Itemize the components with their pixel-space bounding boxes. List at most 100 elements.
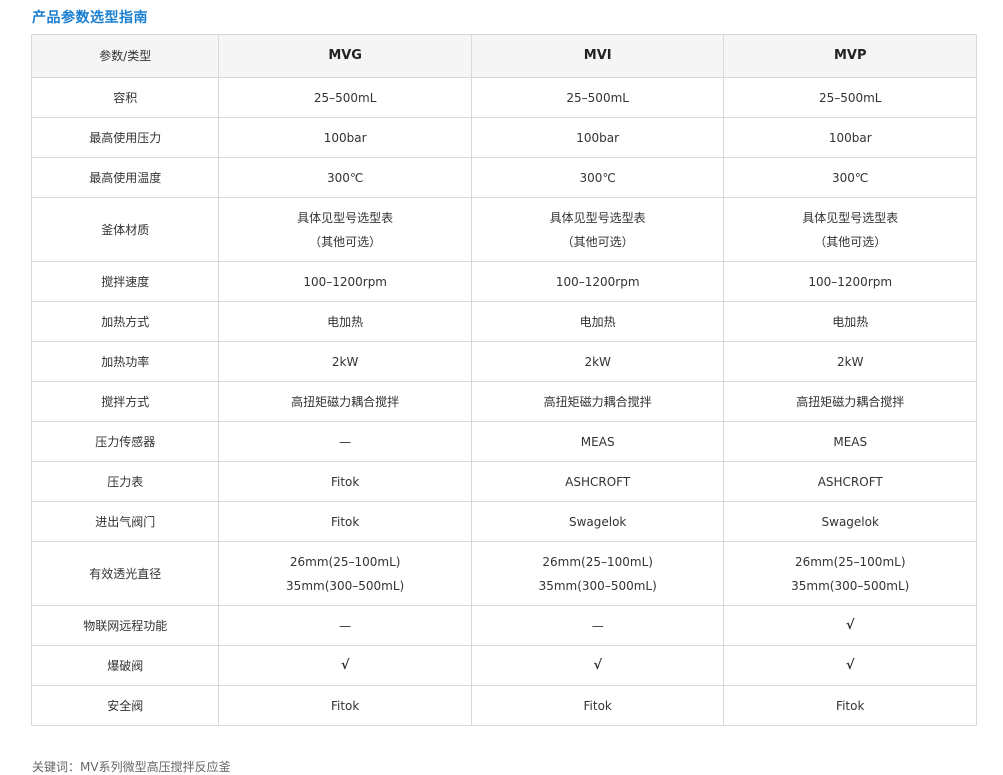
cell-text: 35mm(300–500mL) — [791, 578, 910, 593]
row-label: 容积 — [30, 77, 220, 118]
cell-text: 高扭矩磁力耦合搅拌 — [796, 394, 905, 409]
table-cell: 100bar — [218, 117, 472, 158]
header-param-type: 参数/类型 — [30, 34, 220, 78]
table-cell: 具体见型号选型表 （其他可选） — [470, 197, 725, 262]
row-label: 搅拌方式 — [30, 381, 220, 422]
table-cell: 高扭矩磁力耦合搅拌 — [218, 381, 472, 422]
row-label: 有效透光直径 — [30, 541, 220, 606]
cell-text: 26mm(25–100mL) — [542, 554, 653, 569]
table-cell: — — [218, 605, 472, 646]
table-cell: 2kW — [723, 341, 977, 382]
table-cell: — — [470, 605, 725, 646]
table-cell: 高扭矩磁力耦合搅拌 — [723, 381, 977, 422]
table-row: 加热功率 2kW 2kW 2kW — [30, 341, 977, 382]
table-cell: 100–1200rpm — [470, 261, 725, 302]
table-cell: 25–500mL — [218, 77, 472, 118]
table-cell: Fitok — [470, 685, 725, 726]
check-icon: √ — [593, 657, 603, 673]
cell-text: Fitok — [836, 698, 865, 713]
cell-text: ASHCROFT — [817, 474, 883, 489]
table-cell: 100–1200rpm — [218, 261, 472, 302]
cell-text: 35mm(300–500mL) — [538, 578, 657, 593]
table-cell: Fitok — [218, 685, 472, 726]
cell-text: ASHCROFT — [565, 474, 631, 489]
cell-text: 25–500mL — [566, 90, 629, 105]
cell-text: 26mm(25–100mL) — [794, 554, 906, 569]
cell-text: — — [591, 618, 604, 633]
table-cell: Fitok — [218, 461, 472, 502]
table-cell: 26mm(25–100mL) 35mm(300–500mL) — [470, 541, 725, 606]
table-row: 加热方式 电加热 电加热 电加热 — [30, 301, 977, 342]
table-cell: 100bar — [470, 117, 725, 158]
cell-text: 100bar — [828, 130, 872, 145]
table-row: 有效透光直径 26mm(25–100mL) 35mm(300–500mL) 26mm(… — [30, 541, 977, 606]
row-label: 进出气阀门 — [30, 501, 220, 542]
row-label: 压力表 — [30, 461, 220, 502]
cell-text: MEAS — [833, 434, 868, 449]
footer-note: 关键词：MV系列微型高压搅拌反应釜 — [32, 760, 231, 774]
cell-text: （其他可选） — [561, 234, 634, 249]
cell-text: 300℃ — [326, 170, 364, 185]
table-cell: MEAS — [470, 421, 725, 462]
cell-text: MEAS — [580, 434, 615, 449]
table-row: 釜体材质 具体见型号选型表 （其他可选） 具体见型号选型表 （其他可选） 具体见型号选型表… — [30, 197, 977, 262]
cell-text: 电加热 — [579, 314, 616, 329]
table-row: 搅拌速度 100–1200rpm 100–1200rpm 100–1200rpm — [30, 261, 977, 302]
table-cell: √ — [470, 645, 725, 686]
table-cell: 具体见型号选型表 （其他可选） — [723, 197, 977, 262]
table-row: 压力传感器 — MEAS MEAS — [30, 421, 977, 462]
table-cell: 25–500mL — [470, 77, 725, 118]
header-model-mvg: MVG — [218, 34, 472, 78]
cell-text: 25–500mL — [818, 90, 882, 105]
cell-text: 2kW — [331, 354, 359, 369]
cell-text: 电加热 — [832, 314, 869, 329]
table-cell: 25–500mL — [723, 77, 977, 118]
row-label: 爆破阀 — [30, 645, 220, 686]
header-model-mvp: MVP — [723, 34, 977, 78]
cell-text: 具体见型号选型表 — [549, 210, 646, 225]
row-label: 压力传感器 — [30, 421, 220, 462]
row-label: 物联网远程功能 — [30, 605, 220, 646]
cell-text: 100–1200rpm — [303, 274, 387, 289]
table-cell: ASHCROFT — [723, 461, 977, 502]
header-model-mvi: MVI — [470, 34, 725, 78]
table-cell: Swagelok — [470, 501, 725, 542]
cell-text: Fitok — [330, 474, 360, 489]
table-cell: — — [218, 421, 472, 462]
cell-text: 高扭矩磁力耦合搅拌 — [543, 394, 652, 409]
cell-text: 100–1200rpm — [555, 274, 640, 289]
table-cell: √ — [723, 645, 977, 686]
check-icon: √ — [340, 657, 350, 673]
check-icon: √ — [845, 617, 855, 633]
cell-text: 100–1200rpm — [808, 274, 893, 289]
table-cell: Fitok — [218, 501, 472, 542]
check-icon: √ — [845, 657, 855, 673]
table-cell: 300℃ — [470, 157, 725, 198]
table-row: 最高使用压力 100bar 100bar 100bar — [30, 117, 977, 158]
table-cell: 高扭矩磁力耦合搅拌 — [470, 381, 725, 422]
cell-text: 25–500mL — [313, 90, 377, 105]
table-row: 容积 25–500mL 25–500mL 25–500mL — [30, 77, 977, 118]
cell-text: Fitok — [583, 698, 612, 713]
table-cell: 100bar — [723, 117, 977, 158]
table-header-row: 参数/类型 MVG MVI MVP — [30, 34, 977, 78]
table-row: 物联网远程功能 — — √ — [30, 605, 977, 646]
cell-text: Fitok — [330, 698, 360, 713]
table-row: 安全阀 Fitok Fitok Fitok — [30, 685, 977, 726]
cell-text: 35mm(300–500mL) — [286, 578, 405, 593]
row-label: 釜体材质 — [30, 197, 220, 262]
table-cell: 300℃ — [218, 157, 472, 198]
cell-text: 300℃ — [579, 170, 616, 185]
cell-text: Fitok — [330, 514, 360, 529]
table-cell: 电加热 — [218, 301, 472, 342]
cell-text: Swagelok — [568, 514, 627, 529]
table-cell: 100–1200rpm — [723, 261, 977, 302]
cell-text: 高扭矩磁力耦合搅拌 — [291, 394, 400, 409]
table-cell: MEAS — [723, 421, 977, 462]
cell-text: 2kW — [584, 354, 611, 369]
table-row: 搅拌方式 高扭矩磁力耦合搅拌 高扭矩磁力耦合搅拌 高扭矩磁力耦合搅拌 — [30, 381, 977, 422]
table-cell: 具体见型号选型表 （其他可选） — [218, 197, 472, 262]
table-cell: 2kW — [218, 341, 472, 382]
cell-text: 100bar — [576, 130, 620, 145]
table-cell: Fitok — [723, 685, 977, 726]
